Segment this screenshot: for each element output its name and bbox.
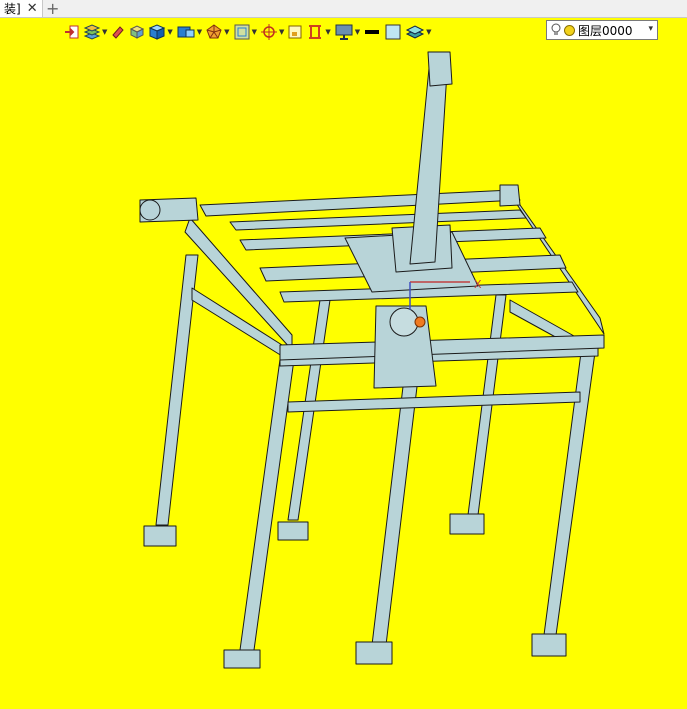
solid-cube-button[interactable]: ▼ [148,21,173,43]
chevron-down-icon[interactable]: ▼ [279,28,284,36]
foot-front-mid [355,641,393,665]
section-view-button[interactable]: ▼ [306,21,331,43]
shaded-view-button[interactable]: ▼ [176,21,202,43]
leg-front-left [239,344,297,651]
foot-back-mid-right [449,513,485,535]
layer-dropdown[interactable]: 图层0000 ▾ [546,20,658,40]
frame-left-beam [184,217,293,351]
shaded-view-icon [177,26,195,38]
render-icon [206,24,222,39]
bulb-icon [551,23,561,35]
fill-color-button[interactable] [384,21,402,43]
line-color-icon [365,30,380,34]
wireframe-icon [234,24,250,40]
layer-stack-button[interactable]: ▼ [405,21,432,43]
foot-front-right [531,633,567,657]
chevron-down-icon[interactable]: ▼ [426,28,431,36]
chevron-down-icon[interactable]: ▼ [325,28,330,36]
chevron-down-icon[interactable]: ▼ [197,28,202,36]
chevron-down-icon[interactable]: ▾ [648,24,653,34]
solid-cube-icon [149,24,166,40]
foot-front-left [223,649,261,669]
eraser-button[interactable] [110,21,126,43]
display-monitor-button[interactable]: ▼ [334,21,360,43]
section-view-icon [309,25,322,39]
line-color-button[interactable] [363,21,381,43]
snap-target-icon [260,24,277,40]
effector-disc [389,307,419,337]
display-monitor-icon [335,24,353,40]
exit-button[interactable] [64,21,80,43]
gantry-frame [139,51,605,669]
motor-right [499,184,521,207]
single-view-button[interactable] [287,21,303,43]
sun-icon [564,24,575,36]
render-button[interactable]: ▼ [205,21,230,43]
brace-mid-low [287,391,581,413]
layer-manager-button[interactable]: ▼ [83,21,107,43]
leg-front-mid [371,344,423,646]
view-toolbar: ▼ ▼ ▼ ▼ ▼ ▼ ▼ ▼ ▼ [64,20,435,44]
axis-label: X [474,278,482,291]
layer-name: 图层0000 [578,23,633,38]
leg-front-right [543,344,597,636]
chevron-down-icon[interactable]: ▼ [102,28,107,36]
foot-back-mid-left [277,521,309,541]
chevron-down-icon[interactable]: ▼ [355,28,360,36]
chevron-down-icon[interactable]: ▼ [167,28,172,36]
column-cap [427,51,453,87]
single-view-icon [288,25,302,39]
tab-bar: 装] ✕ + [0,0,687,18]
exit-icon [65,25,79,39]
layer-stack-icon [406,25,425,39]
document-tab[interactable]: 装] ✕ [0,0,43,17]
foot-back-left [143,525,177,547]
layer-manager-icon [83,24,101,40]
hide-solid-icon [130,25,145,39]
hide-solid-button[interactable] [129,21,145,43]
wireframe-button[interactable]: ▼ [233,21,257,43]
add-tab-icon[interactable]: + [46,0,59,18]
eraser-icon [112,26,125,39]
motor-left-cap [139,199,161,221]
chevron-down-icon[interactable]: ▼ [224,28,229,36]
chevron-down-icon[interactable]: ▼ [252,28,257,36]
close-icon[interactable]: ✕ [27,1,38,16]
tab-label: 装] [4,2,21,16]
cad-viewport[interactable]: X [0,46,687,709]
fill-color-icon [385,24,401,40]
snap-target-button[interactable]: ▼ [260,21,284,43]
